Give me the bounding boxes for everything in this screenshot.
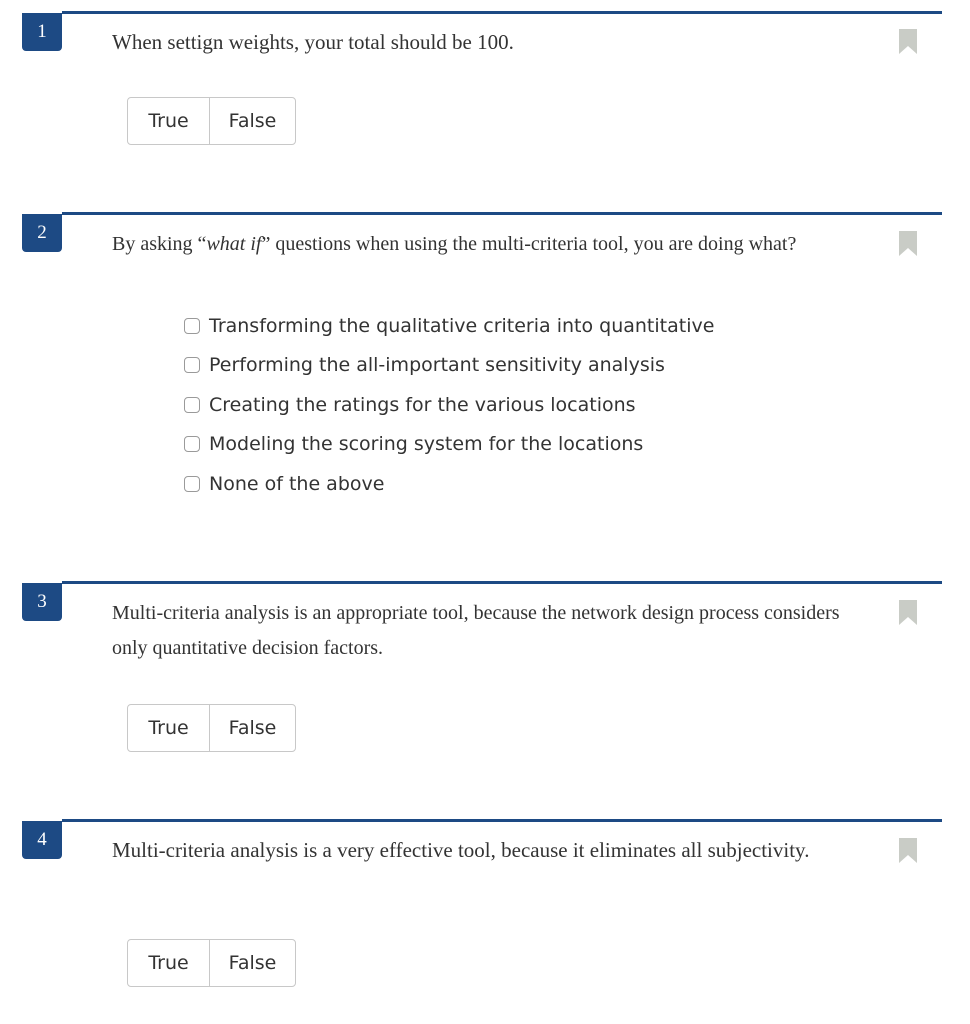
option-label[interactable]: Modeling the scoring system for the loca…: [209, 433, 643, 455]
question-divider: [62, 581, 942, 584]
question-divider: [62, 11, 942, 14]
question-text: Multi-criteria analysis is a very effect…: [112, 838, 810, 862]
true-button[interactable]: True: [128, 705, 210, 751]
option-label[interactable]: Performing the all-important sensitivity…: [209, 354, 665, 376]
question-number-badge: 1: [22, 13, 62, 51]
true-button[interactable]: True: [128, 940, 210, 986]
option-label[interactable]: Creating the ratings for the various loc…: [209, 394, 636, 416]
false-button[interactable]: False: [210, 705, 295, 751]
question-text: When settign weights, your total should …: [112, 30, 514, 54]
question-text: By asking “what if” questions when using…: [112, 227, 882, 262]
bookmark-icon[interactable]: [899, 231, 917, 256]
false-button[interactable]: False: [210, 98, 295, 144]
option-label[interactable]: Transforming the qualitative criteria in…: [209, 315, 714, 337]
false-button[interactable]: False: [210, 940, 295, 986]
answer-options: Transforming the qualitative criteria in…: [184, 306, 714, 504]
question-divider: [62, 819, 942, 822]
bookmark-icon[interactable]: [899, 29, 917, 54]
true-false-toggle: True False: [127, 704, 296, 752]
option-item[interactable]: Creating the ratings for the various loc…: [184, 385, 714, 425]
option-item[interactable]: Performing the all-important sensitivity…: [184, 346, 714, 386]
question-text-emphasis: what if: [206, 233, 262, 255]
true-button[interactable]: True: [128, 98, 210, 144]
question-divider: [62, 212, 942, 215]
checkbox[interactable]: [184, 436, 200, 453]
option-item[interactable]: Transforming the qualitative criteria in…: [184, 306, 714, 346]
question-number-badge: 3: [22, 583, 62, 621]
bookmark-icon[interactable]: [899, 838, 917, 863]
question-text: Multi-criteria analysis is an appropriat…: [112, 602, 840, 659]
question-text-part: By asking “: [112, 233, 207, 255]
checkbox[interactable]: [184, 317, 200, 334]
option-label[interactable]: None of the above: [209, 473, 384, 495]
checkbox[interactable]: [184, 396, 200, 413]
checkbox[interactable]: [184, 357, 200, 374]
question-number-badge: 4: [22, 821, 62, 859]
true-false-toggle: True False: [127, 939, 296, 987]
question-number-badge: 2: [22, 214, 62, 252]
true-false-toggle: True False: [127, 97, 296, 145]
checkbox[interactable]: [184, 475, 200, 492]
bookmark-icon[interactable]: [899, 600, 917, 625]
question-text-part: ” questions when using the multi-criteri…: [261, 233, 797, 255]
option-item[interactable]: Modeling the scoring system for the loca…: [184, 425, 714, 465]
option-item[interactable]: None of the above: [184, 464, 714, 504]
